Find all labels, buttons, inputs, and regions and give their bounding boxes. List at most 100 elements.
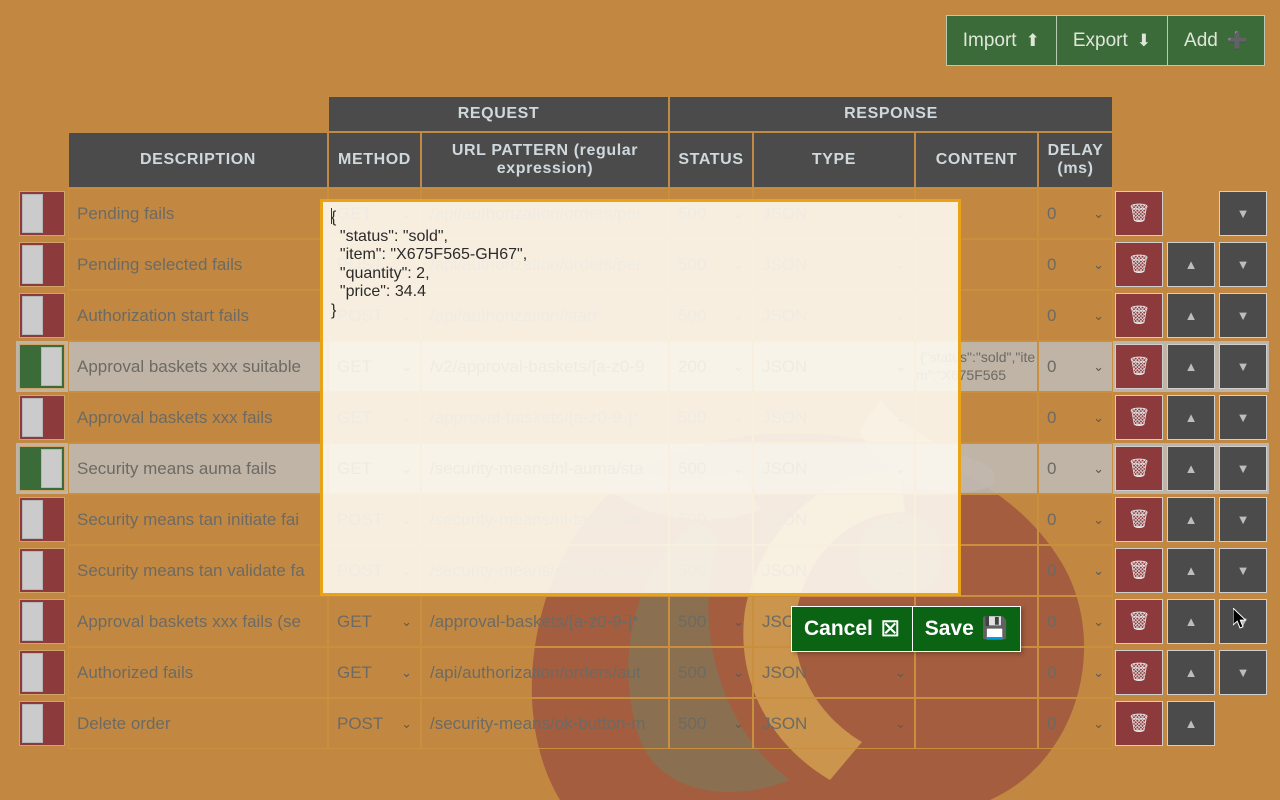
enabled-toggle[interactable]: Off: [19, 497, 65, 542]
move-down-action-cell: ▼: [1217, 494, 1269, 545]
move-row-up-button[interactable]: ▲: [1167, 650, 1215, 695]
delete-row-button[interactable]: 🗑: [1115, 293, 1163, 338]
column-header-content: CONTENT: [915, 132, 1038, 188]
url-pattern-input[interactable]: /api/authorization/orders/aut: [422, 648, 668, 697]
delete-row-button[interactable]: 🗑: [1115, 497, 1163, 542]
description-input[interactable]: Authorized fails: [69, 648, 327, 697]
table-row: OffApproval baskets xxx fails (se GET ⌄ /ap…: [16, 596, 1269, 647]
url-pattern-input[interactable]: /security-means/ok-button-m: [422, 699, 668, 748]
delete-row-button[interactable]: 🗑: [1115, 395, 1163, 440]
trash-icon: 🗑: [1127, 713, 1151, 733]
content-editor-textarea[interactable]: { "status": "sold", "item": "X675F565-GH…: [320, 199, 961, 596]
trash-icon: 🗑: [1127, 305, 1151, 325]
enabled-toggle[interactable]: Off: [19, 548, 65, 593]
enabled-toggle[interactable]: Off: [19, 701, 65, 746]
delay-select[interactable]: 0 ⌄: [1039, 189, 1112, 238]
description-input[interactable]: Security means auma fails: [69, 444, 327, 493]
move-row-down-button[interactable]: ▼: [1219, 446, 1267, 491]
move-row-up-button[interactable]: ▲: [1167, 395, 1215, 440]
chevron-down-icon: ⌄: [401, 664, 412, 680]
delete-row-button[interactable]: 🗑: [1115, 446, 1163, 491]
enabled-toggle[interactable]: Off: [19, 395, 65, 440]
type-select[interactable]: JSON ⌄: [754, 648, 914, 697]
delay-cell: 0 ⌄: [1038, 290, 1113, 341]
description-input[interactable]: Security means tan validate fa: [69, 546, 327, 595]
description-cell: Security means tan validate fa: [68, 545, 328, 596]
method-select[interactable]: GET ⌄: [329, 648, 420, 697]
description-input[interactable]: Approval baskets xxx fails (se: [69, 597, 327, 646]
floppy-disk-icon: 💾: [981, 617, 1008, 640]
status-select[interactable]: 500 ⌄: [670, 648, 752, 697]
description-input[interactable]: Delete order: [69, 699, 327, 748]
enabled-toggle[interactable]: Off: [19, 599, 65, 644]
status-select[interactable]: 500 ⌄: [670, 699, 752, 748]
move-row-up-button[interactable]: ▲: [1167, 344, 1215, 389]
save-button[interactable]: Save 💾: [912, 606, 1021, 652]
description-input[interactable]: Security means tan initiate fai: [69, 495, 327, 544]
content-input[interactable]: [916, 662, 924, 682]
enabled-toggle[interactable]: Off: [19, 293, 65, 338]
move-row-down-button[interactable]: ▼: [1219, 344, 1267, 389]
delete-row-button[interactable]: 🗑: [1115, 548, 1163, 593]
export-button[interactable]: Export ⬇: [1056, 15, 1169, 66]
delay-select[interactable]: 0 ⌄: [1039, 699, 1112, 748]
chevron-down-icon: ▼: [1236, 614, 1250, 629]
move-row-up-button[interactable]: ▲: [1167, 497, 1215, 542]
add-button[interactable]: Add ➕: [1168, 15, 1265, 66]
chevron-down-icon: ⌄: [733, 664, 744, 680]
move-row-up-button[interactable]: ▲: [1167, 293, 1215, 338]
enabled-toggle[interactable]: Off: [19, 242, 65, 287]
type-select[interactable]: JSON ⌄: [754, 699, 914, 748]
import-button[interactable]: Import ⬆: [945, 15, 1057, 66]
enabled-toggle[interactable]: Off: [19, 650, 65, 695]
delete-row-button[interactable]: 🗑: [1115, 242, 1163, 287]
delay-select[interactable]: 0 ⌄: [1039, 546, 1112, 595]
move-row-down-button[interactable]: ▼: [1219, 293, 1267, 338]
delay-select[interactable]: 0 ⌄: [1039, 240, 1112, 289]
method-select[interactable]: POST ⌄: [329, 699, 420, 748]
delay-select[interactable]: 0 ⌄: [1039, 444, 1112, 493]
request-group-header: REQUEST: [328, 96, 669, 132]
delay-select[interactable]: 0 ⌄: [1039, 342, 1112, 391]
delay-select[interactable]: 0 ⌄: [1039, 291, 1112, 340]
delay-select[interactable]: 0 ⌄: [1039, 597, 1112, 646]
move-row-up-button[interactable]: ▲: [1167, 242, 1215, 287]
delay-select[interactable]: 0 ⌄: [1039, 393, 1112, 442]
delete-row-button[interactable]: 🗑: [1115, 599, 1163, 644]
status-cell: 500 ⌄: [669, 596, 753, 647]
delay-select[interactable]: 0 ⌄: [1039, 648, 1112, 697]
move-row-down-button[interactable]: ▼: [1219, 599, 1267, 644]
content-input[interactable]: [916, 713, 924, 733]
description-input[interactable]: Pending fails: [69, 189, 327, 238]
description-input[interactable]: Approval baskets xxx fails: [69, 393, 327, 442]
delay-select[interactable]: 0 ⌄: [1039, 495, 1112, 544]
description-input[interactable]: Pending selected fails: [69, 240, 327, 289]
status-select[interactable]: 500 ⌄: [670, 597, 752, 646]
url-pattern-input[interactable]: /approval-baskets/[a-z0-9-]*: [422, 597, 668, 646]
delete-row-button[interactable]: 🗑: [1115, 344, 1163, 389]
delete-action-cell: 🗑: [1113, 188, 1165, 239]
move-up-action-cell: ▲: [1165, 392, 1217, 443]
enabled-toggle[interactable]: On: [19, 344, 65, 389]
chevron-down-icon: ▼: [1236, 206, 1250, 221]
move-row-down-button[interactable]: ▼: [1219, 242, 1267, 287]
enabled-toggle[interactable]: On: [19, 446, 65, 491]
description-input[interactable]: Approval baskets xxx suitable: [69, 342, 327, 391]
move-row-down-button[interactable]: ▼: [1219, 395, 1267, 440]
method-select[interactable]: GET ⌄: [329, 597, 420, 646]
enabled-toggle[interactable]: Off: [19, 191, 65, 236]
move-row-down-button[interactable]: ▼: [1219, 548, 1267, 593]
toggle-knob: [41, 347, 62, 386]
move-row-down-button[interactable]: ▼: [1219, 650, 1267, 695]
move-row-up-button[interactable]: ▲: [1167, 701, 1215, 746]
cancel-button[interactable]: Cancel ☒: [791, 606, 913, 652]
move-row-up-button[interactable]: ▲: [1167, 599, 1215, 644]
move-row-down-button[interactable]: ▼: [1219, 497, 1267, 542]
move-row-up-button[interactable]: ▲: [1167, 446, 1215, 491]
delete-row-button[interactable]: 🗑: [1115, 650, 1163, 695]
move-row-up-button[interactable]: ▲: [1167, 548, 1215, 593]
delete-row-button[interactable]: 🗑: [1115, 701, 1163, 746]
delete-row-button[interactable]: 🗑: [1115, 191, 1163, 236]
description-input[interactable]: Authorization start fails: [69, 291, 327, 340]
move-row-down-button[interactable]: ▼: [1219, 191, 1267, 236]
